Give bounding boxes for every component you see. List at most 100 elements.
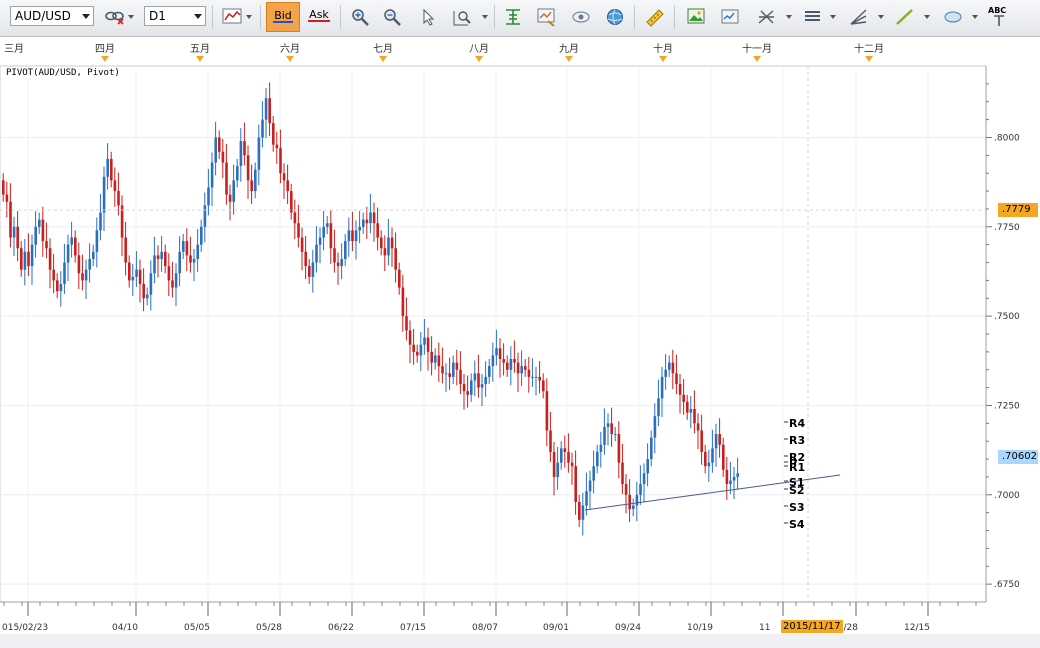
candle-body	[243, 141, 246, 156]
candle-body	[711, 448, 714, 463]
date-tick-label: 12/15	[904, 623, 930, 633]
candle-body	[228, 194, 232, 202]
candle-body	[628, 494, 631, 510]
candle-body	[189, 255, 192, 263]
candle-body	[686, 401, 689, 413]
candle-body	[74, 237, 77, 256]
candle-body	[156, 255, 160, 259]
date-tick-label: 09/01	[543, 623, 569, 633]
candle-body	[336, 262, 340, 267]
candle-body	[563, 448, 567, 452]
candle-body	[635, 494, 639, 506]
candle-body	[182, 241, 185, 252]
candle-body	[196, 244, 199, 259]
candle-body	[426, 337, 430, 352]
candle-body	[567, 451, 570, 463]
price-tick-label: .7000	[994, 491, 1020, 501]
candle-body	[203, 205, 207, 227]
candle-body	[689, 409, 693, 413]
candle-body	[135, 269, 138, 277]
candle-body	[372, 212, 376, 224]
candle-body	[419, 344, 423, 356]
candle-body	[578, 501, 581, 520]
candle-body	[131, 276, 135, 281]
candle-body	[488, 366, 491, 377]
candle-body	[48, 248, 52, 270]
candle-body	[707, 462, 711, 467]
candle-body	[250, 180, 253, 192]
candle-body	[23, 251, 27, 270]
date-tick-label: 09/24	[615, 623, 641, 633]
candle-body	[542, 380, 545, 392]
candle-body	[516, 362, 520, 374]
candle-body	[290, 191, 293, 213]
candle-body	[599, 444, 603, 452]
candle-body	[329, 223, 333, 249]
candle-body	[88, 258, 91, 270]
candle-body	[646, 459, 649, 474]
candle-body	[354, 230, 358, 242]
candle-body	[678, 384, 682, 395]
candle-body	[124, 237, 127, 263]
candle-body	[624, 484, 628, 495]
candle-body	[149, 273, 153, 295]
date-tick-label: 05/28	[256, 623, 282, 633]
candle-body	[452, 362, 455, 377]
candle-body	[192, 258, 196, 263]
candle-body	[596, 451, 599, 467]
candle-body	[34, 226, 37, 245]
candle-body	[614, 434, 617, 436]
pivot-level-label: S4	[789, 518, 805, 531]
date-tick-label: 08/07	[472, 623, 498, 633]
candle-body	[128, 262, 131, 281]
candle-body	[171, 280, 174, 288]
candle-body	[390, 237, 394, 249]
candle-body	[398, 269, 401, 288]
candle-body	[59, 283, 63, 292]
candle-body	[704, 451, 707, 467]
candle-body	[117, 191, 120, 206]
candle-body	[376, 223, 379, 238]
candle-body	[408, 330, 412, 345]
price-chart[interactable]: .8000 .7750 .7500 .7250 .7000 .6750 015/02/23 0…	[0, 0, 1040, 648]
candle-body	[498, 348, 502, 360]
bid-price-tag: .70602	[998, 450, 1038, 464]
candle-body	[333, 248, 336, 263]
candle-body	[513, 359, 516, 363]
candle-body	[570, 462, 574, 467]
candle-body	[9, 201, 12, 238]
candle-body	[300, 237, 304, 252]
date-tick-label: 06/22	[328, 623, 354, 633]
candle-body	[552, 451, 556, 477]
candle-body	[448, 373, 451, 377]
candle-body	[52, 269, 55, 281]
candle-body	[693, 409, 696, 424]
candle-body	[178, 251, 181, 274]
candle-body	[56, 280, 59, 292]
candle-body	[146, 294, 149, 299]
candle-body	[653, 416, 657, 438]
candle-body	[246, 155, 250, 181]
candle-body	[527, 369, 531, 377]
date-tick-label: 04/10	[112, 623, 138, 633]
candle-body	[236, 166, 239, 181]
candle-body	[574, 466, 577, 502]
candle-body	[27, 251, 30, 267]
candle-body	[725, 469, 729, 485]
candle-body	[671, 362, 675, 374]
candle-body	[380, 237, 383, 249]
candle-body	[491, 355, 495, 367]
candle-body	[221, 151, 225, 163]
candle-body	[524, 366, 527, 370]
candle-body	[257, 137, 261, 170]
candle-body	[70, 237, 73, 245]
candle-body	[480, 384, 484, 388]
candle-body	[556, 462, 559, 477]
candle-body	[401, 287, 405, 317]
candle-body	[207, 187, 210, 206]
candle-body	[581, 505, 585, 520]
candle-body	[736, 473, 739, 477]
candle-body	[38, 219, 41, 227]
candle-body	[261, 119, 264, 138]
candle-body	[138, 269, 142, 284]
